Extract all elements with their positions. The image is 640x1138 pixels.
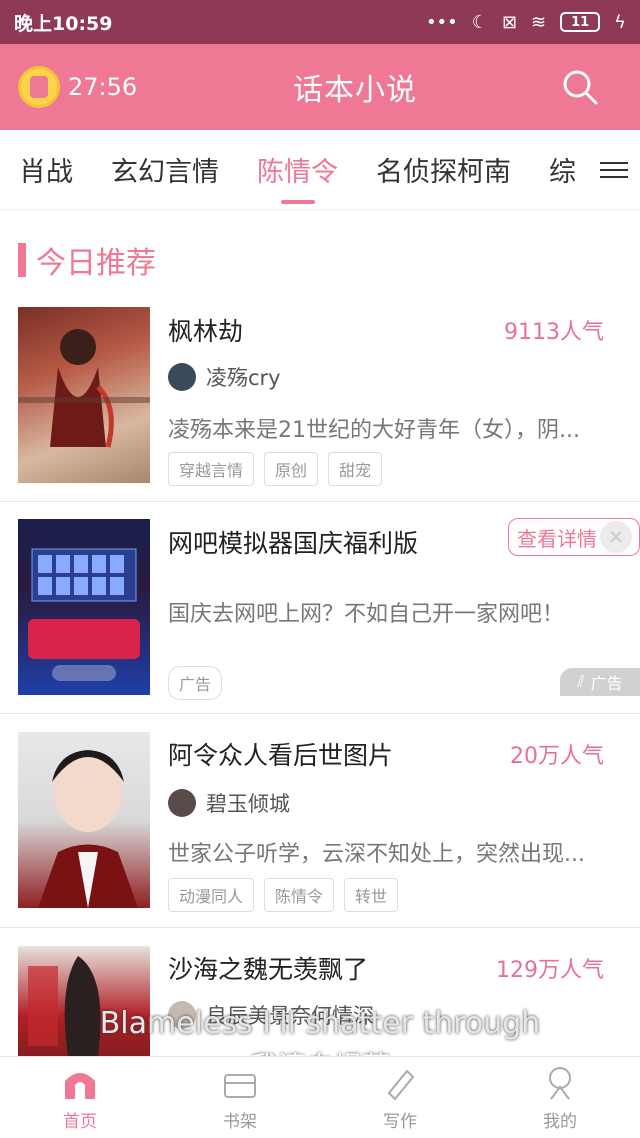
timer-text: 27:56 [68, 73, 138, 101]
section-title: 今日推荐 [36, 246, 156, 281]
tab-xuanhuan[interactable]: 玄幻言情 [92, 130, 238, 209]
app-bar: 27:56 话本小说 [0, 44, 640, 130]
tag[interactable]: 转世 [344, 878, 399, 912]
list-item[interactable]: 枫林劫 9113人气 凌殇cry 凌殇本来是21世纪的大好青年（女），阴... … [0, 290, 640, 502]
tag[interactable]: 穿越言情 [168, 452, 255, 486]
subtitle-english: Blameless I'll shatter through [99, 1006, 541, 1041]
ad-badge-label: 广告 [590, 674, 623, 693]
avatar [168, 363, 196, 391]
close-icon: ✕ [607, 525, 625, 549]
pen-icon [387, 1069, 415, 1101]
category-tabs: 肖战 玄幻言情 陈情令 名侦探柯南 综 [0, 130, 640, 210]
section-header: 今日推荐 [18, 238, 156, 282]
book-title: 沙海之魏无羡飘了 [168, 955, 369, 984]
tab-conan[interactable]: 名侦探柯南 [357, 130, 530, 209]
tab-xiaozhan[interactable]: 肖战 [0, 130, 92, 209]
ad-tag: 广告 [168, 666, 223, 700]
search-icon [563, 70, 598, 105]
book-cover [18, 732, 150, 908]
tag-list: 穿越言情 原创 甜宠 [168, 452, 383, 486]
author-name: 凌殇cry [206, 366, 281, 390]
tag-list: 动漫同人 陈情令 转世 [168, 878, 399, 912]
nav-label: 书架 [223, 1112, 257, 1132]
tag[interactable]: 陈情令 [264, 878, 335, 912]
popularity: 20万人气 [510, 744, 604, 769]
reading-timer[interactable]: 27:56 [0, 66, 190, 108]
app-title: 话本小说 [293, 73, 417, 108]
avatar [168, 789, 196, 817]
wifi-icon: ≋ [531, 11, 547, 33]
menu-icon [600, 157, 628, 183]
tab-zong[interactable]: 综 [530, 130, 595, 209]
status-bar: 晚上10:59 ••• ☾ ⊠ ≋ 11 ϟ [0, 0, 640, 44]
book-description: 世家公子听学，云深不知处上，突然出现... [168, 842, 585, 867]
profile-icon [549, 1067, 571, 1100]
search-button[interactable] [520, 67, 640, 107]
home-icon [65, 1073, 95, 1099]
tag[interactable]: 原创 [264, 452, 319, 486]
book-cover [18, 307, 150, 483]
tag[interactable]: 甜宠 [328, 452, 383, 486]
bookshelf-icon [224, 1074, 256, 1098]
battery-icon: 11 [560, 12, 601, 32]
bottom-navigation: 首页 书架 写作 我的 [0, 1056, 640, 1138]
nav-home[interactable]: 首页 [0, 1057, 160, 1138]
alarm-clock-icon [18, 66, 60, 108]
tab-menu-button[interactable] [588, 130, 640, 209]
status-icons: ••• ☾ ⊠ ≋ 11 ϟ [426, 12, 626, 33]
section-accent-bar [18, 243, 26, 277]
author[interactable]: 碧玉倾城 [168, 788, 290, 818]
ad-badge: ⫽ 广告 [560, 668, 640, 696]
ad-description: 国庆去网吧上网？不如自己开一家网吧！ [168, 602, 565, 627]
charging-icon: ϟ [614, 11, 626, 33]
popularity: 9113人气 [504, 320, 604, 345]
ad-logo-icon: ⫽ [577, 672, 585, 691]
nav-profile[interactable]: 我的 [480, 1057, 640, 1138]
author[interactable]: 凌殇cry [168, 362, 281, 392]
nav-write[interactable]: 写作 [320, 1057, 480, 1138]
status-time: 晚上10:59 [14, 12, 113, 35]
nav-bookshelf[interactable]: 书架 [160, 1057, 320, 1138]
tag[interactable]: 动漫同人 [168, 878, 255, 912]
more-dots-icon: ••• [425, 11, 458, 33]
moon-icon: ☾ [471, 11, 488, 33]
popularity: 129万人气 [496, 958, 604, 983]
ad-title: 网吧模拟器国庆福利版 [168, 529, 419, 558]
list-item[interactable]: 阿令众人看后世图片 20万人气 碧玉倾城 世家公子听学，云深不知处上，突然出现.… [0, 714, 640, 928]
tab-chenqingling[interactable]: 陈情令 [238, 130, 357, 209]
book-description: 凌殇本来是21世纪的大好青年（女），阴... [168, 418, 580, 443]
book-title: 阿令众人看后世图片 [168, 741, 394, 770]
close-ad-button[interactable]: ✕ [600, 521, 632, 553]
book-title: 枫林劫 [168, 317, 244, 346]
author-name: 碧玉倾城 [206, 792, 290, 816]
nav-label: 写作 [383, 1112, 417, 1132]
nav-label: 首页 [63, 1112, 97, 1132]
nav-label: 我的 [543, 1112, 577, 1132]
signal-off-icon: ⊠ [501, 11, 518, 33]
ad-cover [18, 519, 150, 695]
